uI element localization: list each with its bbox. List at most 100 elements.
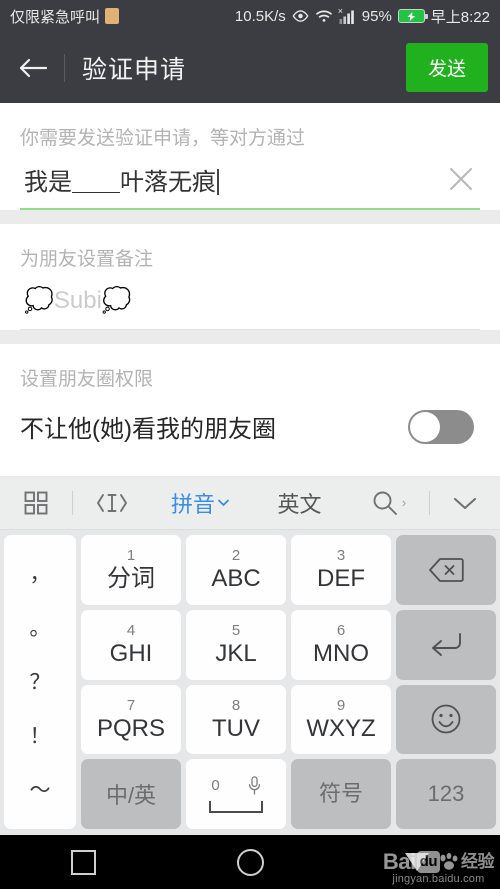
watermark-url: jingyan.baidu.com [392,873,485,885]
moments-toggle[interactable] [408,409,474,444]
key-4-label: GHI [109,640,153,668]
triangle-down-icon [404,853,429,871]
enter-key[interactable] [396,609,496,680]
moments-toggle-row[interactable]: 不让他(她)看我的朋友圈 [20,397,480,454]
key-2[interactable]: 2 ABC [186,535,286,605]
key-8-number: 8 [231,696,241,714]
sim-card-icon [105,8,120,24]
square-icon [70,849,96,875]
keyboard-keys: ， 。 ？ ！ ～ 1 分词 2 ABC 3 DEF 4 GHI 5 JKL 6… [0,530,500,835]
enter-icon [432,632,461,656]
key-3[interactable]: 3 DEF [291,535,391,605]
key-3-label: DEF [317,565,365,593]
punct-period[interactable]: 。 [30,618,51,639]
punct-comma[interactable]: ， [30,564,51,585]
space-key[interactable]: 0 [186,759,286,829]
backspace-icon [429,557,464,582]
space-key-number: 0 [211,776,220,794]
carrier-label: 仅限紧急呼叫 [10,8,101,26]
mode-english-label: 英文 [277,491,322,517]
key-8-label: TUV [212,714,260,742]
key-6[interactable]: 6 MNO [291,609,391,680]
remark-input-row[interactable]: 💭Subi💭 [20,277,480,329]
key-7-label: PQRS [96,714,165,742]
verify-input-text: 我是＿＿叶落无痕 [24,168,216,196]
grid-icon [24,491,48,514]
search-more-arrow: › [401,495,407,510]
punct-tilde[interactable]: ～ [30,780,51,801]
nav-home-button[interactable] [167,848,334,876]
symbols-key[interactable]: 符号 [291,759,391,829]
clear-icon[interactable] [448,166,480,192]
emoji-key[interactable] [396,684,496,755]
remark-input[interactable]: 💭Subi💭 [24,286,480,315]
key-8[interactable]: 8 TUV [186,684,286,755]
clock-label: 早上8:22 [430,8,490,26]
t9-keyboard: 拼音 英文 › ， 。 ？ ！ ～ 1 分词 2 ABC 3 DEF 4 GHI… [0,476,500,835]
key-7[interactable]: 7 PQRS [81,684,181,755]
back-button[interactable] [18,56,48,80]
key-5[interactable]: 5 JKL [186,609,286,680]
toggle-knob [410,411,440,442]
mode-pinyin-button[interactable]: 拼音 [151,487,250,519]
language-toggle-key[interactable]: 中/英 [81,759,181,829]
signal-bars-icon: × [338,6,356,24]
app-header: 验证申请 发送 [0,32,500,103]
key-9-number: 9 [336,696,346,714]
punct-exclaim[interactable]: ！ [30,726,51,747]
section-divider-2 [0,330,500,344]
form-body: 你需要发送验证申请，等对方通过 我是＿＿叶落无痕 为朋友设置备注 💭Subi💭 [0,103,500,454]
key-9[interactable]: 9 WXYZ [291,684,391,755]
hide-keyboard-button[interactable] [430,495,500,511]
wifi-icon [315,9,333,23]
numbers-key[interactable]: 123 [396,759,496,829]
keyboard-grid-button[interactable] [0,491,72,515]
remark-label: 为朋友设置备注 [20,249,154,270]
status-bar-right: 10.5K/s × 95% 早上8:22 [235,6,490,27]
key-1[interactable]: 1 分词 [81,535,181,605]
backspace-key[interactable] [396,535,496,605]
verify-input[interactable]: 我是＿＿叶落无痕 [24,162,448,197]
chevron-down-icon [453,497,477,509]
key-5-number: 5 [231,622,241,640]
battery-charging-icon [397,9,428,23]
nav-back-button[interactable] [333,853,500,871]
language-toggle-label: 中/英 [105,783,157,809]
send-button[interactable]: 发送 [405,43,488,92]
moments-label: 设置朋友圈权限 [20,369,154,390]
header-divider [64,53,65,82]
key-5-label: JKL [215,640,257,668]
key-1-number: 1 [126,547,136,565]
verify-section: 你需要发送验证申请，等对方通过 我是＿＿叶落无痕 [0,103,500,210]
remark-section: 为朋友设置备注 💭Subi💭 [0,224,500,330]
cursor-move-button[interactable] [73,492,151,514]
status-bar: 仅限紧急呼叫 10.5K/s × 95% 早上8:22 [0,0,500,32]
key-6-number: 6 [336,622,346,640]
keyboard-search-button[interactable]: › [349,490,429,516]
mode-english-button[interactable]: 英文 [250,487,349,519]
key-4[interactable]: 4 GHI [81,609,181,680]
key-2-label: ABC [211,565,261,593]
key-6-label: MNO [313,640,369,668]
battery-percent-label: 95% [361,7,392,25]
page-title: 验证申请 [82,55,187,84]
keyboard-toolbar: 拼音 英文 › [0,476,500,530]
eye-icon [292,9,309,23]
system-nav-bar: Bai du 经验 jingyan.baidu.com [0,835,500,889]
moments-row-label: 不让他(她)看我的朋友圈 [20,416,276,443]
circle-icon [236,848,264,876]
mode-pinyin-label: 拼音 [170,491,215,517]
microphone-icon [248,775,260,795]
punctuation-key[interactable]: ， 。 ？ ！ ～ [4,535,76,829]
key-9-label: WXYZ [306,714,376,742]
moments-section: 设置朋友圈权限 不让他(她)看我的朋友圈 [0,344,500,454]
punct-question[interactable]: ？ [30,672,51,693]
smiley-icon [431,704,461,734]
nav-recents-button[interactable] [0,849,167,875]
key-2-number: 2 [231,547,241,565]
verify-input-row[interactable]: 我是＿＿叶落无痕 [20,156,480,208]
cursor-move-icon [97,493,127,512]
search-icon [373,491,397,515]
text-cursor [217,168,219,195]
key-4-number: 4 [126,622,136,640]
